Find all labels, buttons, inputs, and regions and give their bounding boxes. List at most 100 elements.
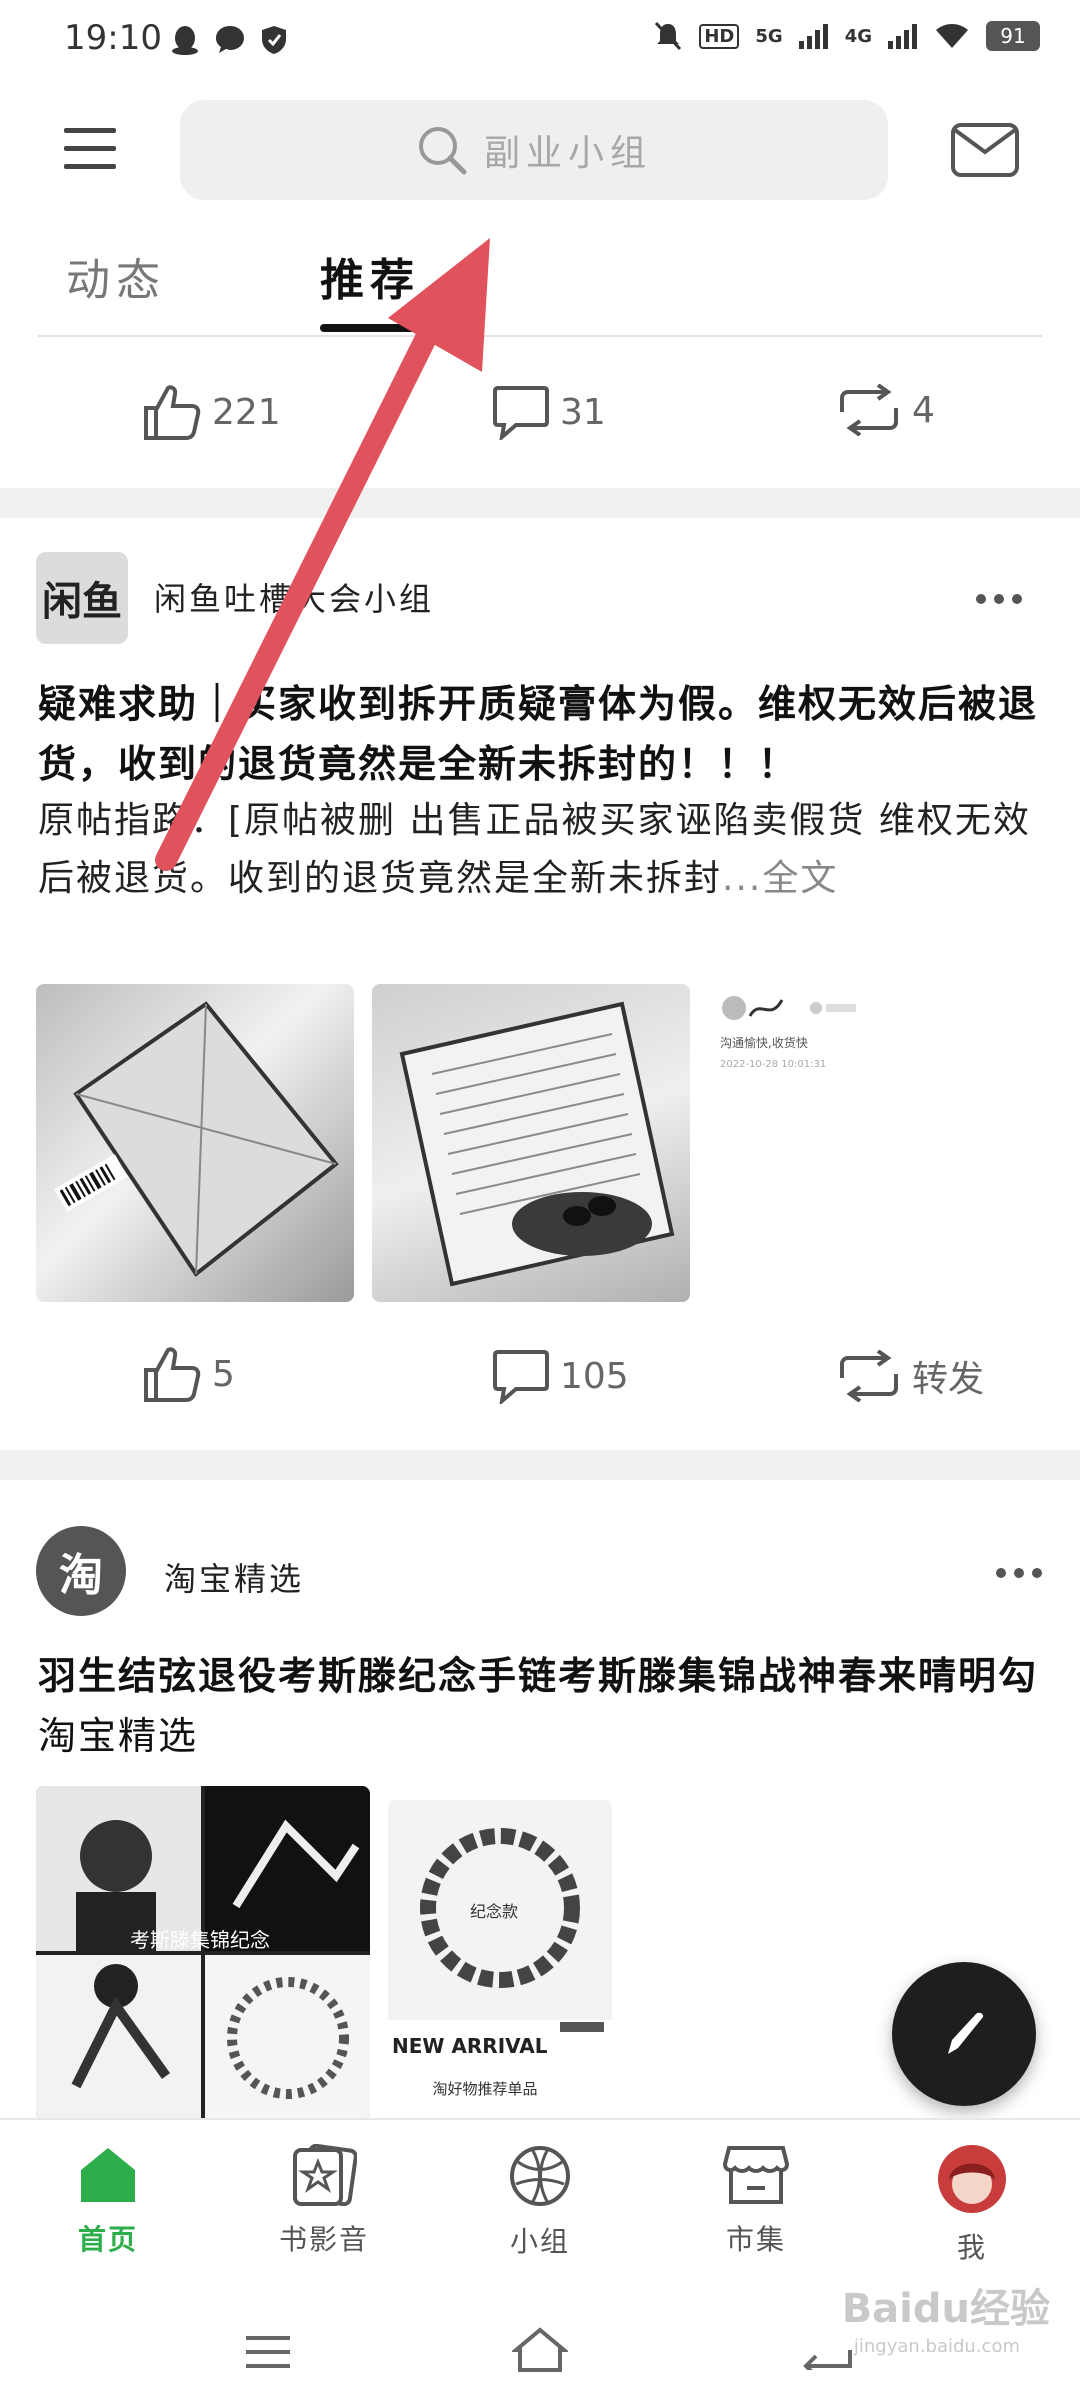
- nav-home[interactable]: 首页: [38, 2144, 178, 2258]
- post2-title-suffix: 淘宝精选: [38, 1714, 199, 1758]
- search-icon: [418, 127, 467, 175]
- review-text: 沟通愉快,收货快: [720, 1036, 808, 1050]
- post-title[interactable]: 疑难求助｜买家收到拆开质疑膏体为假。维权无效后被退货，收到的退货竟然是全新未拆封…: [38, 674, 1048, 794]
- nav-groups-label: 小组: [509, 2225, 570, 2258]
- taobao-avatar[interactable]: 淘: [36, 1526, 126, 1616]
- like-button[interactable]: 221: [142, 382, 281, 442]
- groups-ball-icon: [510, 2146, 570, 2206]
- feed-separator: [0, 488, 1080, 518]
- thumbs-up-icon: [144, 1347, 201, 1402]
- compose-button[interactable]: [892, 1962, 1036, 2106]
- review-header-graphic: [722, 996, 856, 1020]
- post1-repost-button[interactable]: 转发: [836, 1350, 984, 1402]
- post-body-text: 原帖指路：[原帖被删 出售正品被买家诬陷卖假货 维权无效后被退货。收到的退货竟然…: [38, 800, 1031, 899]
- menu-button[interactable]: [62, 124, 118, 174]
- new-arrival-label: NEW ARRIVAL: [392, 2034, 548, 2058]
- post-image-2[interactable]: [372, 984, 690, 1302]
- skater-collage-image: [36, 1786, 370, 2120]
- post2-group-name[interactable]: 淘宝精选: [164, 1554, 304, 1600]
- product-leaflet-image: [399, 1001, 675, 1287]
- post1-repost-label: 转发: [912, 1359, 985, 1400]
- taobao-avatar-text: 淘: [59, 1550, 103, 1601]
- nav-market[interactable]: 市集: [686, 2144, 826, 2258]
- comment-icon: [493, 386, 549, 440]
- comment-count: 31: [560, 391, 606, 433]
- post2-more-options-button[interactable]: [996, 1566, 1046, 1580]
- storefront-icon: [723, 2146, 789, 2204]
- post2-image-1[interactable]: 考斯滕集锦纪念: [36, 1786, 370, 2120]
- thumbs-up-icon: [144, 385, 201, 440]
- post2-image-2-caption: 纪念款: [470, 1902, 519, 1921]
- nav-market-label: 市集: [725, 2223, 786, 2256]
- post1-comment-count: 105: [560, 1355, 629, 1397]
- nav-books-movies-music[interactable]: 书影音: [254, 2144, 394, 2258]
- signal-icon-2: [888, 24, 917, 49]
- watermark-url: jingyan.baidu.com: [853, 2336, 1020, 2357]
- repost-count: 4: [912, 389, 935, 431]
- qq-icon: [172, 26, 198, 55]
- back-icon[interactable]: [800, 2330, 854, 2370]
- mail-icon: [951, 123, 1019, 177]
- cards-star-icon: [293, 2144, 357, 2206]
- home-icon: [81, 2148, 135, 2202]
- post2-title-text: 羽生结弦退役考斯滕纪念手链考斯滕集锦战神春来晴明勾: [38, 1654, 1039, 1698]
- status-time: 19:10: [64, 18, 162, 58]
- nav-home-label: 首页: [77, 2223, 138, 2256]
- post2-image-2[interactable]: 纪念款 NEW ARRIVAL 淘好物推荐单品: [388, 1800, 612, 2120]
- chat-bubble-icon: [216, 26, 244, 53]
- tabs-divider: [38, 335, 1042, 337]
- status-right: HD 5G 4G 91: [653, 20, 1040, 52]
- signal-icon: [798, 24, 828, 49]
- watermark-logo: Baidu经验: [841, 2286, 1050, 2332]
- feed-separator-2: [0, 1450, 1080, 1480]
- like-count: 221: [212, 391, 281, 433]
- status-notification-icons: [170, 24, 288, 56]
- pen-icon: [948, 2012, 984, 2054]
- mute-bell-icon: [655, 21, 682, 51]
- recent-apps-icon[interactable]: [244, 2334, 292, 2370]
- new-arrival-sub: 淘好物推荐单品: [432, 2080, 538, 2098]
- repost-icon: [840, 384, 898, 436]
- read-more-link[interactable]: ...全文: [722, 858, 838, 899]
- repost-button[interactable]: 4: [836, 384, 935, 436]
- nav-me-label: 我: [956, 2231, 987, 2264]
- shield-icon: [262, 26, 286, 54]
- search-placeholder: 副业小组: [483, 133, 652, 174]
- comment-button[interactable]: 31: [492, 384, 606, 440]
- post-body[interactable]: 原帖指路：[原帖被删 出售正品被买家诬陷卖假货 维权无效后被退货。收到的退货竟然…: [38, 792, 1048, 966]
- messages-button[interactable]: [950, 122, 1020, 178]
- tab-dynamics[interactable]: 动态: [66, 244, 166, 308]
- group-avatar[interactable]: 闲鱼: [36, 552, 128, 644]
- product-box-image: [54, 1001, 339, 1277]
- comment-icon: [493, 1350, 549, 1404]
- system-home-icon[interactable]: [512, 2326, 568, 2374]
- bottom-nav: 首页 书影音 小组 市集 我: [0, 2118, 1080, 2290]
- nav-me[interactable]: 我: [902, 2144, 1042, 2266]
- review-snippet-image[interactable]: 沟通愉快,收货快 2022-10-28 10:01:31: [720, 992, 880, 1082]
- nav-groups[interactable]: 小组: [470, 2144, 610, 2260]
- post2-title[interactable]: 羽生结弦退役考斯滕纪念手链考斯滕集锦战神春来晴明勾 淘宝精选: [38, 1646, 1048, 1766]
- wifi-icon: [936, 24, 968, 48]
- post1-like-count: 5: [212, 1353, 235, 1395]
- network-5g: 5G: [755, 25, 783, 47]
- tab-recommend[interactable]: 推荐: [320, 244, 420, 308]
- post1-comment-button[interactable]: 105: [492, 1348, 629, 1404]
- search-input[interactable]: 副业小组: [180, 100, 888, 200]
- post-image-1[interactable]: [36, 984, 354, 1302]
- user-avatar: [938, 2145, 1006, 2213]
- status-bar: 19:10 HD 5G 4G 91: [0, 0, 1080, 84]
- group-name[interactable]: 闲鱼吐槽大会小组: [154, 574, 434, 620]
- network-4g: 4G: [844, 25, 872, 47]
- more-options-button[interactable]: [976, 592, 1026, 606]
- post1-like-button[interactable]: 5: [142, 1344, 235, 1404]
- image-dots-decor: [560, 2022, 604, 2032]
- nav-books-label: 书影音: [278, 2223, 369, 2256]
- hamburger-icon: [64, 128, 116, 169]
- group-avatar-text: 闲鱼: [42, 579, 122, 625]
- active-tab-indicator: [320, 324, 416, 332]
- review-time: 2022-10-28 10:01:31: [720, 1059, 827, 1070]
- post2-image-1-caption: 考斯滕集锦纪念: [130, 1928, 270, 1952]
- hd-badge: HD: [699, 23, 740, 49]
- battery-indicator: 91: [986, 21, 1040, 51]
- repost-icon: [840, 1350, 898, 1402]
